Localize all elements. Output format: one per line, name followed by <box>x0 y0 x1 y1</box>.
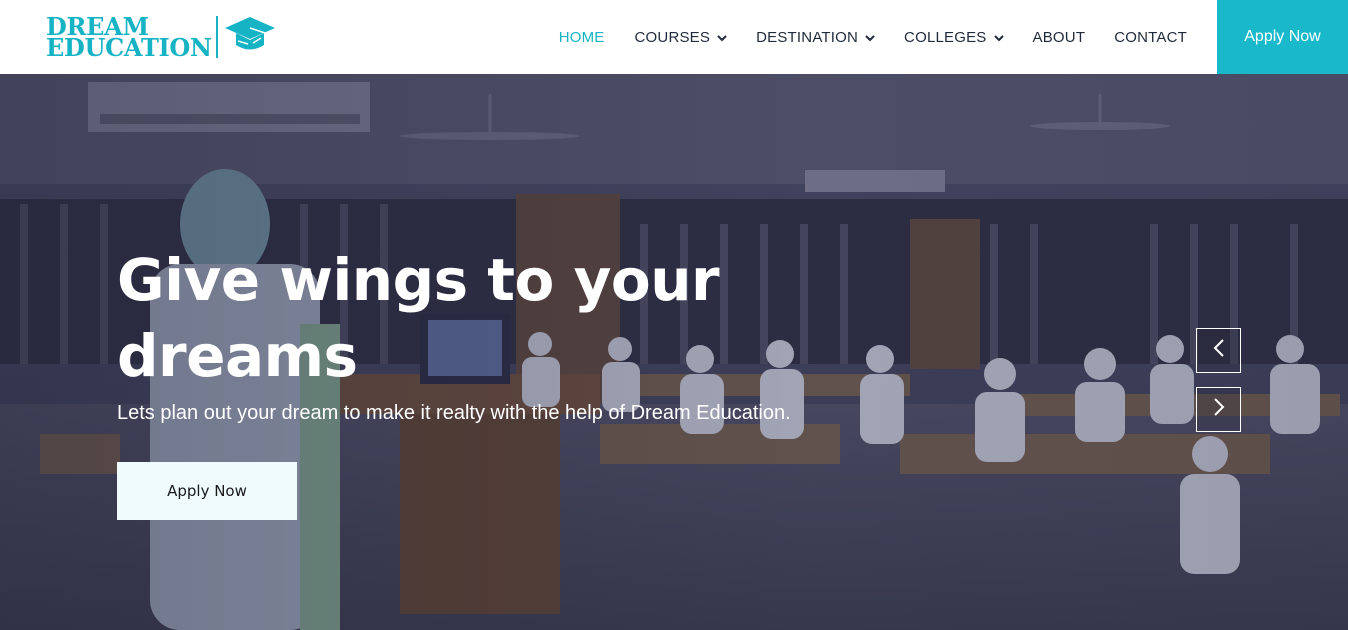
nav-contact-label: CONTACT <box>1114 28 1187 46</box>
nav-destination-label: DESTINATION <box>756 28 859 46</box>
chevron-down-icon <box>717 29 727 46</box>
hero-title: Give wings to your dreams <box>117 246 720 390</box>
nav-destination[interactable]: DESTINATION <box>756 0 875 74</box>
nav-colleges[interactable]: COLLEGES <box>904 0 1004 74</box>
slider-prev-button[interactable] <box>1196 328 1241 373</box>
nav-courses[interactable]: COURSES <box>635 0 728 74</box>
slider-next-button[interactable] <box>1196 387 1241 432</box>
nav-home-label: HOME <box>558 28 605 46</box>
nav-about[interactable]: ABOUT <box>1033 0 1086 74</box>
logo[interactable]: DREAM EDUCATION <box>46 14 276 60</box>
chevron-down-icon <box>993 29 1004 46</box>
nav-contact[interactable]: CONTACT <box>1114 0 1187 74</box>
chevron-down-icon <box>865 29 875 46</box>
chevron-right-icon <box>1212 397 1226 422</box>
nav-home[interactable]: HOME <box>559 0 605 74</box>
hero-subtitle: Lets plan out your dream to make it real… <box>117 402 791 424</box>
graduation-cap-icon <box>224 14 276 61</box>
logo-line-2: EDUCATION <box>46 33 212 62</box>
apply-now-header-button[interactable]: Apply Now <box>1217 0 1348 74</box>
site-header: DREAM EDUCATION HOME COURSES DESTINATION… <box>0 0 1348 74</box>
apply-now-hero-button[interactable]: Apply Now <box>117 462 297 520</box>
nav-courses-label: COURSES <box>634 28 711 46</box>
hero-slider: Give wings to your dreams Lets plan out … <box>0 74 1348 630</box>
chevron-left-icon <box>1212 338 1226 363</box>
nav-about-label: ABOUT <box>1032 28 1086 46</box>
logo-text: DREAM EDUCATION <box>46 15 212 62</box>
main-nav: HOME COURSES DESTINATION COLLEGES ABOUT … <box>559 0 1348 74</box>
logo-divider <box>215 16 218 58</box>
nav-colleges-label: COLLEGES <box>904 28 987 46</box>
